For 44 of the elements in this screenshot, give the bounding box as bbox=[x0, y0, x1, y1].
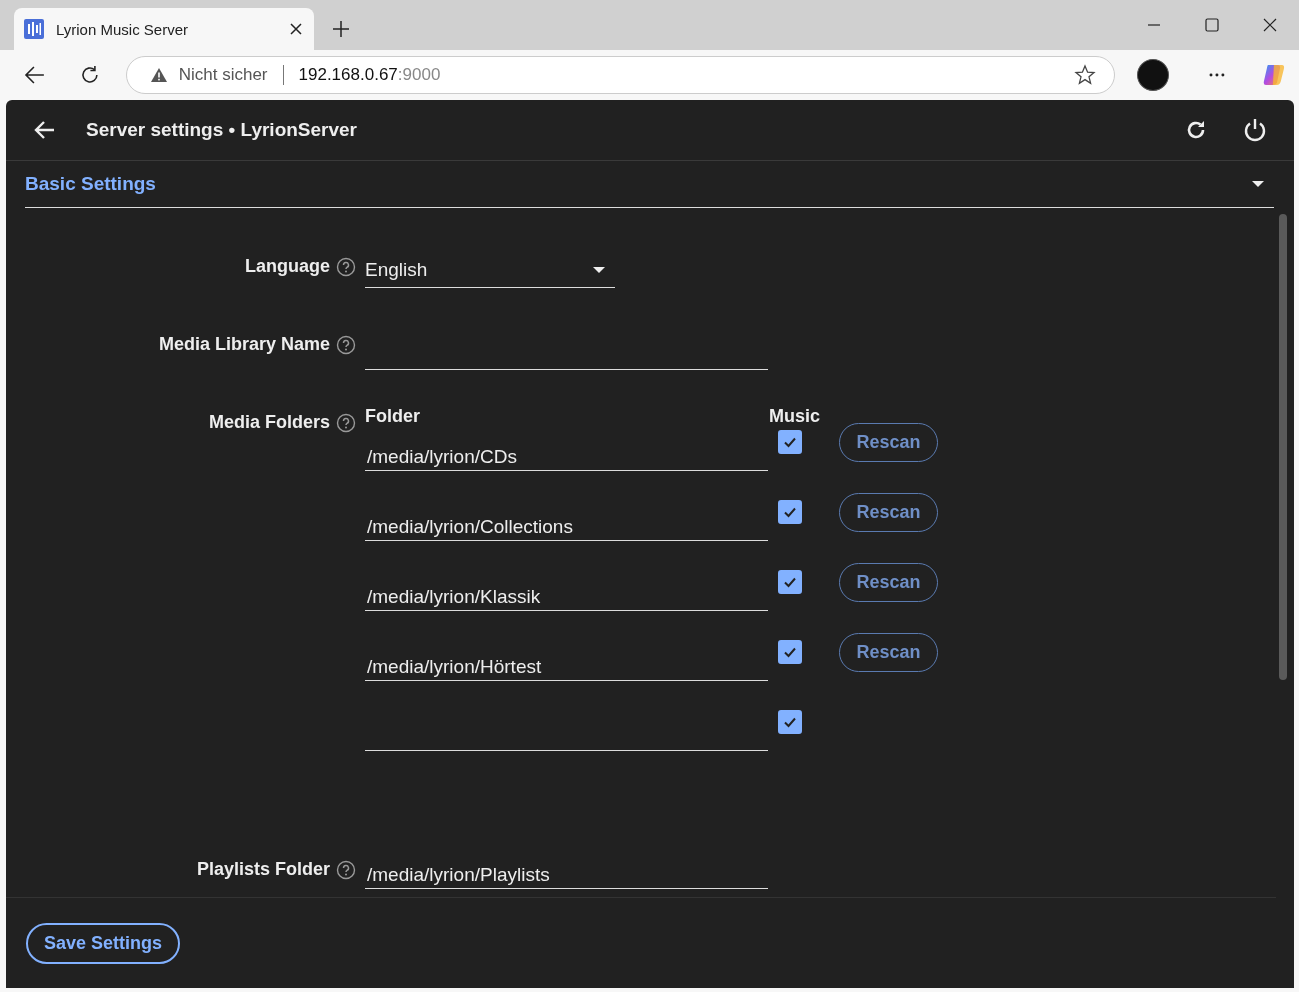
warning-icon bbox=[150, 68, 167, 82]
language-select[interactable]: English bbox=[365, 252, 615, 288]
caret-icon bbox=[593, 266, 605, 273]
tab-title: Lyrion Music Server bbox=[56, 20, 189, 38]
maximize-icon[interactable] bbox=[1205, 18, 1219, 32]
input-field[interactable]: /media/lyrion/Playlists bbox=[365, 853, 768, 889]
security-label: Nicht sicher bbox=[178, 65, 268, 85]
input-field[interactable]: /media/lyrion/Klassik bbox=[365, 575, 768, 611]
checkbox[interactable] bbox=[778, 640, 802, 664]
power-icon[interactable] bbox=[1242, 117, 1268, 143]
page-title: Server settings • LyrionServer bbox=[86, 119, 358, 141]
input-field[interactable]: /media/lyrion/Collections bbox=[365, 505, 768, 541]
star-icon[interactable] bbox=[1074, 64, 1097, 86]
scrollbar[interactable] bbox=[1279, 214, 1287, 680]
section-header[interactable]: Basic Settings bbox=[25, 161, 1274, 208]
checkbox[interactable] bbox=[778, 500, 802, 524]
help-icon[interactable] bbox=[336, 859, 356, 880]
column-header: Folder bbox=[365, 406, 421, 427]
address-bar[interactable]: Nicht sicher 192.168.0.67:9000 bbox=[125, 56, 1116, 94]
back-arrow-icon[interactable] bbox=[34, 119, 56, 141]
field-label: Media Folders bbox=[208, 412, 330, 433]
input-field[interactable]: /media/lyrion/CDs bbox=[365, 435, 768, 471]
help-icon[interactable] bbox=[336, 334, 356, 355]
field-label: Media Library Name bbox=[158, 334, 330, 355]
bars-icon bbox=[24, 19, 44, 39]
close-icon[interactable] bbox=[1263, 18, 1277, 32]
more-icon[interactable] bbox=[1209, 73, 1226, 77]
field-label: Playlists Folder bbox=[196, 859, 330, 880]
field-label: Language bbox=[245, 256, 330, 277]
help-icon[interactable] bbox=[336, 412, 356, 433]
close-icon[interactable] bbox=[290, 23, 302, 35]
checkbox[interactable] bbox=[778, 430, 802, 454]
back-arrow-icon[interactable] bbox=[24, 64, 46, 86]
url-text: 192.168.0.67:9000 bbox=[298, 65, 441, 85]
column-header: Music bbox=[769, 406, 820, 427]
checkbox[interactable] bbox=[778, 570, 802, 594]
browser-tab[interactable]: Lyrion Music Server bbox=[14, 8, 314, 50]
save-button[interactable]: Save Settings bbox=[26, 922, 180, 964]
input-field[interactable]: /media/lyrion/Hörtest bbox=[365, 645, 768, 681]
avatar-icon[interactable] bbox=[1137, 59, 1170, 91]
section-title: Basic Settings bbox=[25, 173, 156, 195]
help-icon[interactable] bbox=[336, 256, 356, 277]
checkbox[interactable] bbox=[778, 710, 802, 734]
new-tab-icon[interactable] bbox=[332, 20, 350, 38]
